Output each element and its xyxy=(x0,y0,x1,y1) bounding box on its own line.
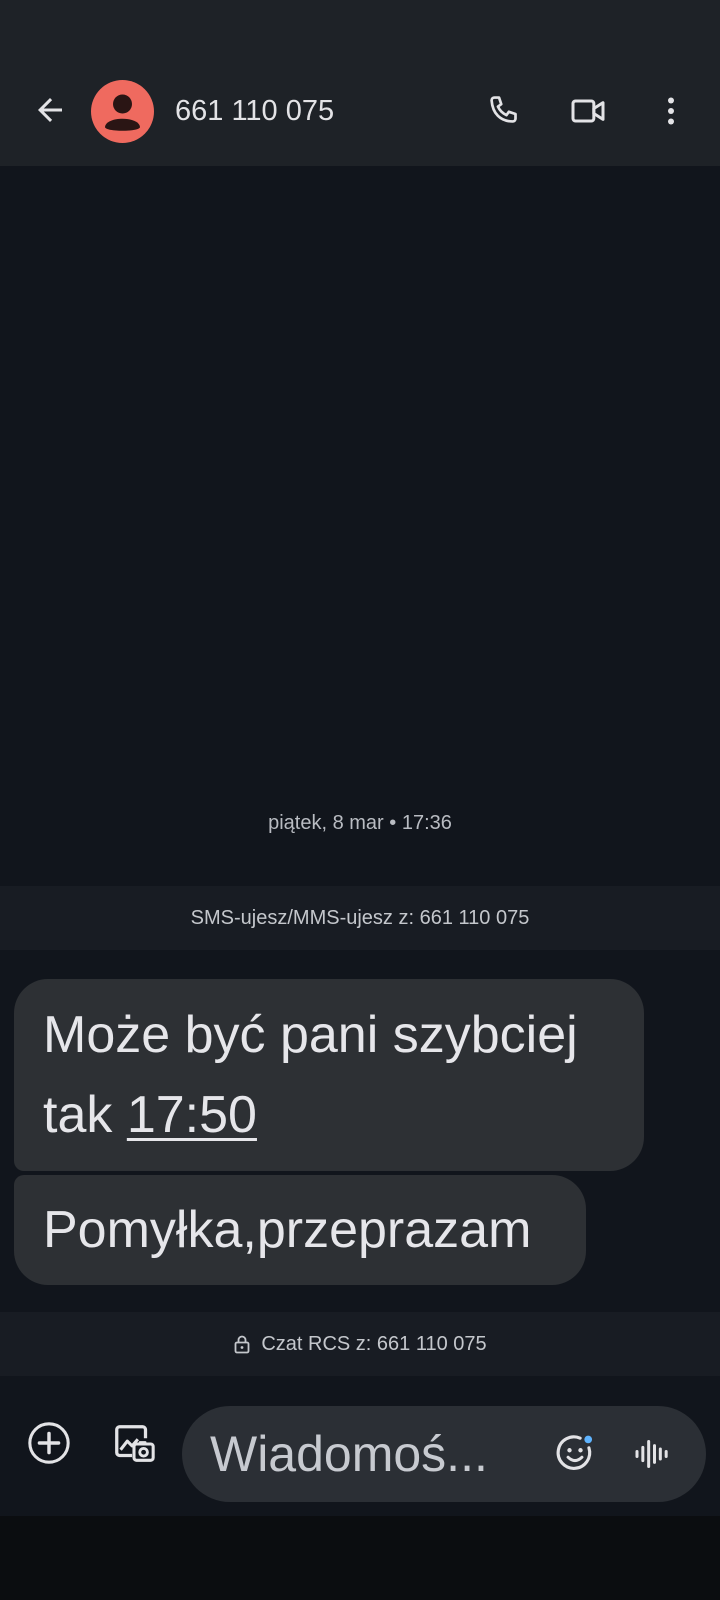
video-camera-icon xyxy=(571,99,605,123)
contact-title[interactable]: 661 110 075 xyxy=(175,86,334,136)
arrow-back-icon xyxy=(38,98,62,122)
back-button[interactable] xyxy=(22,82,78,138)
message-text: Pomyłka,przeprazam xyxy=(43,1201,532,1259)
more-vert-icon xyxy=(668,97,674,125)
person-icon xyxy=(105,94,140,131)
system-navigation-bar xyxy=(0,1516,720,1600)
sms-banner-text: SMS-ujesz/MMS-ujesz z: 661 110 075 xyxy=(190,906,530,929)
message-text: Może być pani szybciej tak xyxy=(43,1006,578,1144)
rcs-banner-text: Czat RCS z: 661 110 075 xyxy=(261,1332,487,1355)
gallery-camera-icon xyxy=(115,1425,155,1462)
phone-icon xyxy=(490,96,517,123)
emoji-icon xyxy=(556,1435,593,1470)
gallery-button[interactable] xyxy=(106,1416,162,1472)
status-bar xyxy=(0,0,720,56)
messages-screen: 661 110 075 piątek, 8 mar • 17:36 SMS-uj… xyxy=(0,0,720,1600)
date-separator: piątek, 8 mar • 17:36 xyxy=(268,812,452,834)
time-link[interactable]: 17:50 xyxy=(127,1086,257,1144)
message-input[interactable] xyxy=(210,1416,510,1492)
video-call-button[interactable] xyxy=(558,82,618,140)
call-button[interactable] xyxy=(474,82,532,140)
contact-avatar[interactable] xyxy=(91,80,154,143)
sms-banner: SMS-ujesz/MMS-ujesz z: 661 110 075 xyxy=(0,886,720,950)
compose-bar xyxy=(0,1376,720,1516)
conversation-app-bar: 661 110 075 xyxy=(0,56,720,166)
rcs-banner: Czat RCS z: 661 110 075 xyxy=(0,1312,720,1376)
message-bubble[interactable]: Pomyłka,przeprazam xyxy=(14,1175,586,1285)
compose-box xyxy=(182,1406,706,1502)
add-attachment-button[interactable] xyxy=(22,1416,76,1470)
more-options-button[interactable] xyxy=(650,82,692,140)
voice-message-button[interactable] xyxy=(624,1426,680,1482)
emoji-button[interactable] xyxy=(550,1428,600,1478)
message-bubble[interactable]: Może być pani szybciej tak 17:50 xyxy=(14,979,644,1171)
add-circle-icon xyxy=(28,1422,70,1464)
voice-waveform-icon xyxy=(635,1440,668,1468)
lock-icon xyxy=(233,1334,251,1354)
